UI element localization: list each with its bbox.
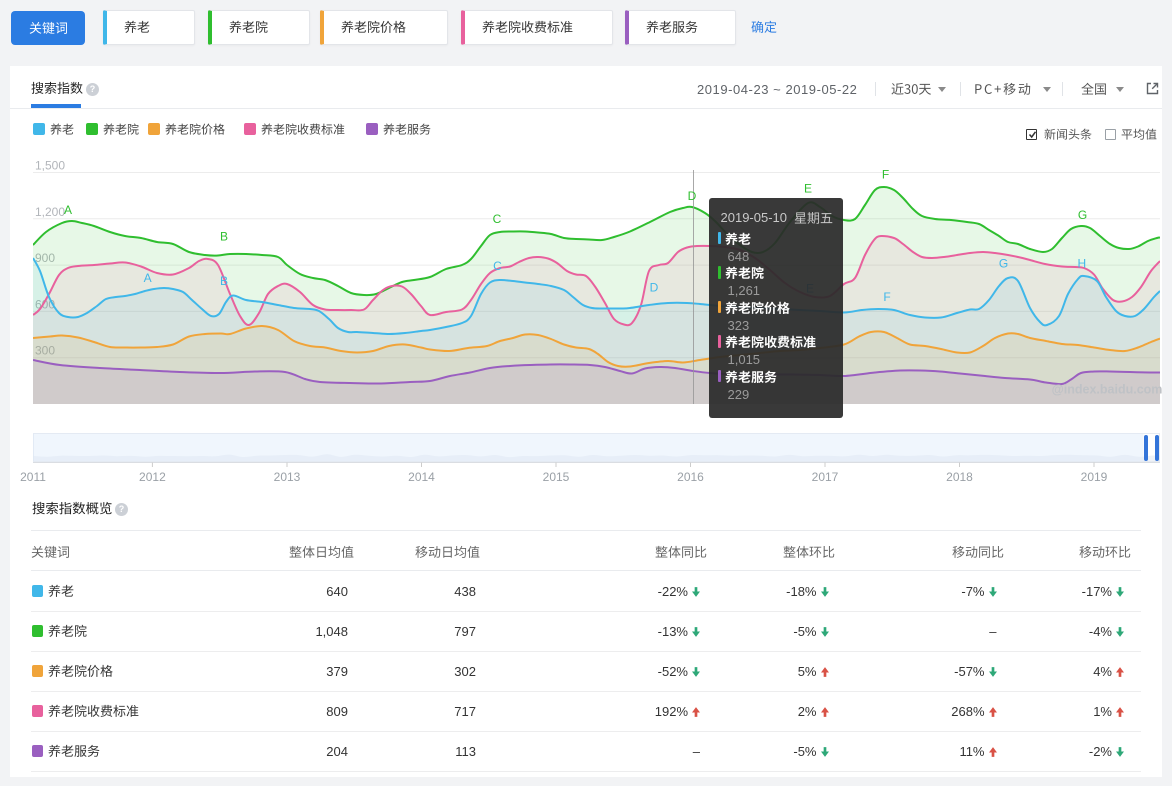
svg-text:1,500: 1,500 xyxy=(35,159,65,173)
svg-text:G: G xyxy=(999,257,1008,271)
svg-text:2014: 2014 xyxy=(408,470,435,484)
svg-text:2018: 2018 xyxy=(946,470,973,484)
svg-text:D: D xyxy=(688,189,697,203)
svg-text:F: F xyxy=(883,290,890,304)
svg-text:2015: 2015 xyxy=(543,470,570,484)
svg-text:2012: 2012 xyxy=(139,470,166,484)
svg-text:G: G xyxy=(1078,208,1087,222)
svg-text:C: C xyxy=(493,259,502,273)
svg-text:2013: 2013 xyxy=(274,470,301,484)
svg-text:E: E xyxy=(804,182,812,196)
svg-text:H: H xyxy=(1077,257,1086,271)
svg-text:2017: 2017 xyxy=(812,470,839,484)
svg-text:F: F xyxy=(882,168,889,182)
svg-text:A: A xyxy=(144,271,152,285)
svg-text:2019: 2019 xyxy=(1081,470,1108,484)
svg-text:2016: 2016 xyxy=(677,470,704,484)
svg-text:@index.baidu.com: @index.baidu.com xyxy=(1052,383,1163,397)
svg-text:A: A xyxy=(64,203,72,217)
svg-text:B: B xyxy=(220,230,228,244)
svg-text:1,200: 1,200 xyxy=(35,205,65,219)
svg-text:D: D xyxy=(650,281,659,295)
svg-text:2011: 2011 xyxy=(20,470,46,484)
svg-text:B: B xyxy=(220,274,228,288)
svg-text:C: C xyxy=(493,212,502,226)
